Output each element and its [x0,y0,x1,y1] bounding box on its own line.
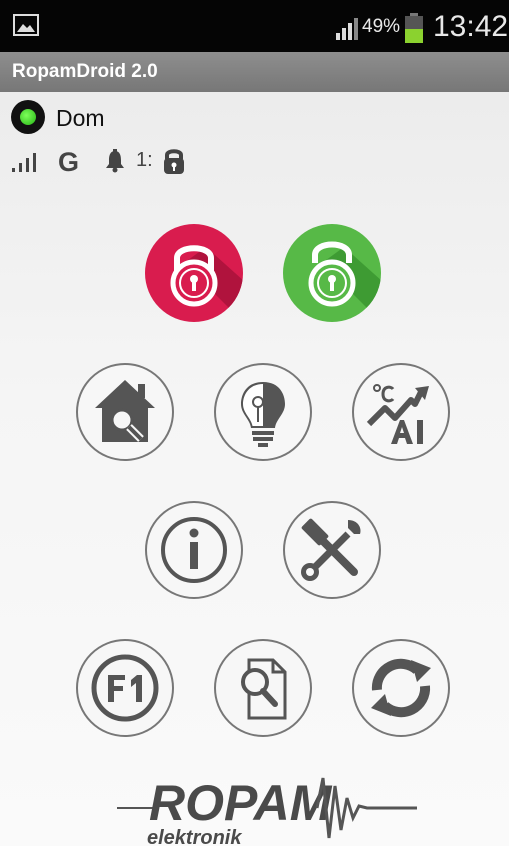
clock: 13:42 [433,10,509,43]
image-notification-icon [13,14,39,41]
outputs-button[interactable] [213,362,313,462]
help-button[interactable] [75,638,175,738]
refresh-button[interactable] [351,638,451,738]
main-content: Dom G 1: ROPAM elektronik [0,92,509,849]
arm-button[interactable] [144,223,244,323]
settings-button[interactable] [282,500,382,600]
refresh-icon [352,639,450,737]
gsm-signal-icon [12,151,40,178]
light-bulb-icon [214,363,312,461]
zones-button[interactable] [75,362,175,462]
f1-help-icon [76,639,174,737]
logo-brand: ROPAM [149,775,333,831]
battery-percent: 49% [362,16,401,37]
temperature-analog-button[interactable] [351,362,451,462]
alarm-bell-icon [104,149,126,178]
ropam-logo: ROPAM elektronik [117,768,417,851]
disarm-button[interactable] [282,223,382,323]
document-search-icon [214,639,312,737]
cell-signal-icon [336,18,360,45]
status-bar: 49% 13:42 [0,0,509,52]
lock-status-icon [162,147,186,180]
zone-label: 1: [136,149,153,171]
app-title-bar: RopamDroid 2.0 [0,52,509,92]
event-log-button[interactable] [213,638,313,738]
app-title: RopamDroid 2.0 [12,61,158,82]
network-type: G [58,147,80,177]
battery-icon [404,13,424,48]
info-button[interactable] [144,500,244,600]
house-search-icon [76,363,174,461]
logo-sub: elektronik [147,827,242,846]
info-icon [145,501,243,599]
tools-icon [283,501,381,599]
lock-closed-icon [145,224,243,322]
connection-status-icon [11,100,45,134]
temperature-analog-icon [352,363,450,461]
lock-open-icon [283,224,381,322]
device-name[interactable]: Dom [56,105,105,132]
